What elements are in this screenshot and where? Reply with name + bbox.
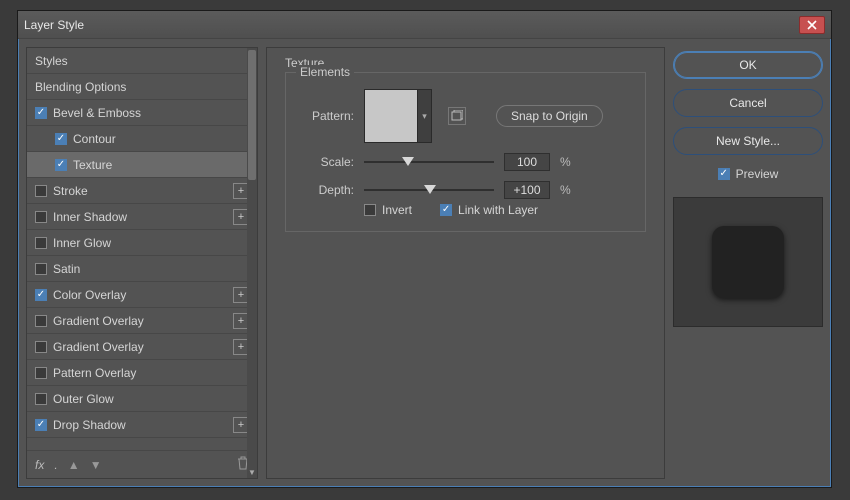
preview-checkbox[interactable]: Preview: [673, 167, 823, 181]
depth-value-input[interactable]: +100: [504, 181, 550, 199]
styles-header[interactable]: Styles: [27, 48, 257, 74]
style-label: Pattern Overlay: [53, 366, 249, 380]
preview-checkbox-box[interactable]: [718, 168, 730, 180]
pattern-picker[interactable]: ▾: [364, 89, 432, 143]
style-row[interactable]: Gradient Overlay+: [27, 308, 257, 334]
styles-scrollbar[interactable]: ▲ ▼: [247, 48, 257, 478]
dialog-body: Styles Blending Options Bevel & Emboss Co…: [18, 39, 831, 487]
scale-row: Scale: 100 %: [300, 153, 631, 171]
style-label: Gradient Overlay: [53, 314, 227, 328]
elements-legend: Elements: [296, 65, 354, 79]
depth-label: Depth:: [300, 183, 354, 197]
scale-label: Scale:: [300, 155, 354, 169]
pattern-label: Pattern:: [300, 109, 354, 123]
new-pattern-preset-button[interactable]: [448, 107, 466, 125]
style-checkbox[interactable]: [35, 341, 47, 353]
style-checkbox[interactable]: [35, 419, 47, 431]
depth-unit: %: [560, 183, 571, 197]
style-row[interactable]: Texture: [27, 152, 257, 178]
style-checkbox[interactable]: [55, 159, 67, 171]
styles-header-label: Styles: [35, 54, 249, 68]
window-title: Layer Style: [24, 18, 799, 32]
style-row[interactable]: Inner Shadow+: [27, 204, 257, 230]
style-label: Contour: [73, 132, 249, 146]
link-checkbox-box[interactable]: [440, 204, 452, 216]
texture-settings-panel: Texture Elements Pattern: ▾ Snap to Orig…: [266, 47, 665, 479]
scale-unit: %: [560, 155, 571, 169]
close-icon: [807, 20, 817, 30]
style-checkbox[interactable]: [35, 393, 47, 405]
style-checkbox[interactable]: [35, 107, 47, 119]
style-checkbox[interactable]: [35, 237, 47, 249]
fx-dot: .: [54, 458, 57, 472]
invert-checkbox[interactable]: Invert: [364, 203, 412, 217]
fx-label: fx: [35, 458, 44, 472]
scale-value-input[interactable]: 100: [504, 153, 550, 171]
style-row[interactable]: Stroke+: [27, 178, 257, 204]
ok-button[interactable]: OK: [673, 51, 823, 79]
elements-fieldset: Elements Pattern: ▾ Snap to Origin Scale…: [285, 72, 646, 232]
layer-style-dialog: Layer Style Styles Blending Options Beve…: [17, 10, 832, 488]
options-row: Invert Link with Layer: [364, 203, 631, 217]
style-row[interactable]: Color Overlay+: [27, 282, 257, 308]
style-row[interactable]: Pattern Overlay: [27, 360, 257, 386]
styles-footer: fx. ▲ ▼: [27, 450, 257, 478]
style-label: Stroke: [53, 184, 227, 198]
style-label: Texture: [73, 158, 249, 172]
style-checkbox[interactable]: [35, 211, 47, 223]
blending-options-label: Blending Options: [35, 80, 249, 94]
cancel-button[interactable]: Cancel: [673, 89, 823, 117]
style-label: Outer Glow: [53, 392, 249, 406]
move-up-button[interactable]: ▲: [68, 459, 80, 471]
new-style-button[interactable]: New Style...: [673, 127, 823, 155]
style-row[interactable]: Drop Shadow+: [27, 412, 257, 438]
style-row[interactable]: Satin: [27, 256, 257, 282]
style-checkbox[interactable]: [35, 289, 47, 301]
style-label: Inner Glow: [53, 236, 249, 250]
titlebar[interactable]: Layer Style: [18, 11, 831, 39]
snap-to-origin-button[interactable]: Snap to Origin: [496, 105, 603, 127]
preview-box: [673, 197, 823, 327]
pattern-dropdown-icon[interactable]: ▾: [418, 89, 432, 143]
style-row[interactable]: Inner Glow: [27, 230, 257, 256]
style-label: Inner Shadow: [53, 210, 227, 224]
style-row[interactable]: Outer Glow: [27, 386, 257, 412]
style-row[interactable]: Bevel & Emboss: [27, 100, 257, 126]
style-checkbox[interactable]: [35, 185, 47, 197]
close-button[interactable]: [799, 16, 825, 34]
scrollbar-thumb[interactable]: [248, 50, 256, 180]
new-preset-icon: [451, 110, 463, 122]
style-row[interactable]: Contour: [27, 126, 257, 152]
move-down-button[interactable]: ▼: [90, 459, 102, 471]
style-label: Color Overlay: [53, 288, 227, 302]
pattern-swatch[interactable]: [364, 89, 418, 143]
blending-options-row[interactable]: Blending Options: [27, 74, 257, 100]
style-checkbox[interactable]: [35, 367, 47, 379]
depth-slider[interactable]: [364, 183, 494, 197]
style-row[interactable]: Gradient Overlay+: [27, 334, 257, 360]
link-with-layer-checkbox[interactable]: Link with Layer: [440, 203, 538, 217]
depth-row: Depth: +100 %: [300, 181, 631, 199]
style-checkbox[interactable]: [35, 315, 47, 327]
pattern-row: Pattern: ▾ Snap to Origin: [300, 89, 631, 143]
preview-tile: [712, 226, 784, 298]
link-label: Link with Layer: [458, 203, 538, 217]
style-label: Satin: [53, 262, 249, 276]
scroll-down-icon[interactable]: ▼: [247, 466, 257, 478]
actions-panel: OK Cancel New Style... Preview: [673, 47, 823, 479]
style-label: Drop Shadow: [53, 418, 227, 432]
style-label: Gradient Overlay: [53, 340, 227, 354]
scale-slider[interactable]: [364, 155, 494, 169]
style-checkbox[interactable]: [55, 133, 67, 145]
preview-label: Preview: [736, 167, 779, 181]
invert-checkbox-box[interactable]: [364, 204, 376, 216]
invert-label: Invert: [382, 203, 412, 217]
style-checkbox[interactable]: [35, 263, 47, 275]
style-label: Bevel & Emboss: [53, 106, 249, 120]
styles-panel: Styles Blending Options Bevel & Emboss Co…: [26, 47, 258, 479]
styles-list: Styles Blending Options Bevel & Emboss Co…: [27, 48, 257, 450]
